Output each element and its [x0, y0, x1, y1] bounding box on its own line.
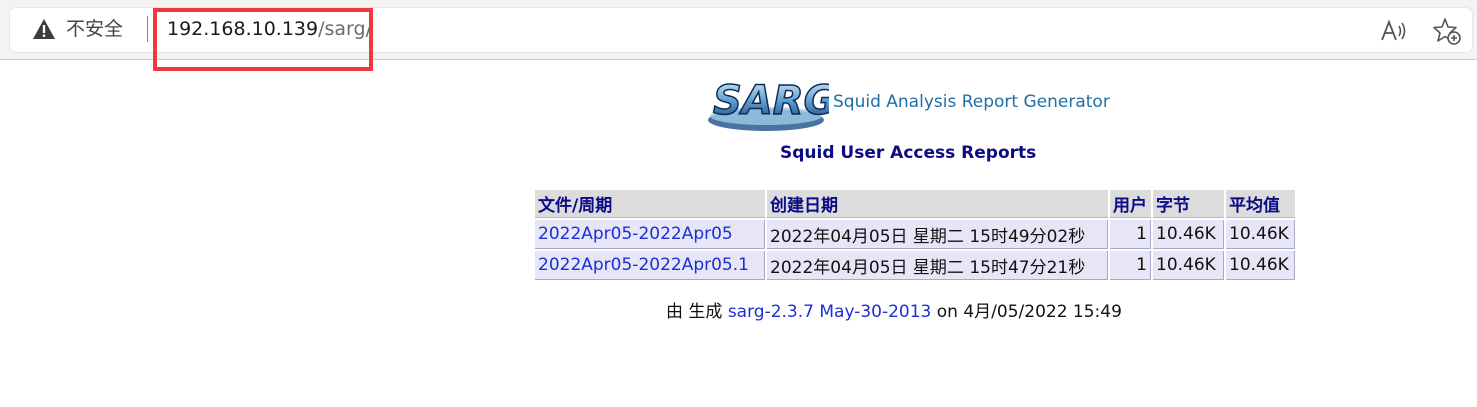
generator-link[interactable]: Squid Analysis Report Generator — [833, 90, 1110, 114]
average-cell: 10.46K — [1226, 220, 1295, 249]
users-cell: 1 — [1110, 251, 1151, 280]
warning-icon[interactable] — [32, 18, 56, 40]
reports-table: 文件/周期 创建日期 用户 字节 平均值 2022Apr05-2022Apr05… — [533, 188, 1297, 282]
creation-date-cell: 2022年04月05日 星期二 15时47分21秒 — [767, 251, 1108, 280]
users-cell: 1 — [1110, 220, 1151, 249]
address-separator — [147, 16, 148, 42]
header-average: 平均值 — [1226, 190, 1295, 218]
read-aloud-icon[interactable] — [1380, 18, 1408, 44]
report-link[interactable]: 2022Apr05-2022Apr05 — [535, 220, 765, 249]
header-bytes: 字节 — [1153, 190, 1224, 218]
sarg-logo: SARG — [708, 77, 829, 131]
header-users: 用户 — [1110, 190, 1151, 218]
average-cell: 10.46K — [1226, 251, 1295, 280]
add-favorite-icon[interactable] — [1432, 16, 1462, 46]
bytes-cell: 10.46K — [1153, 220, 1224, 249]
footer-date: on 4月/05/2022 15:49 — [936, 302, 1122, 322]
security-label[interactable]: 不安全 — [66, 16, 123, 42]
footer-generated: 由 生成 sarg-2.3.7 May-30-2013 on 4月/05/202… — [666, 300, 1122, 324]
logo-text: SARG — [713, 78, 829, 124]
page-title: Squid User Access Reports — [780, 143, 1037, 163]
creation-date-cell: 2022年04月05日 星期二 15时49分02秒 — [767, 220, 1108, 249]
header-creation-date: 创建日期 — [767, 190, 1108, 218]
table-row: 2022Apr05-2022Apr05.1 2022年04月05日 星期二 15… — [535, 251, 1295, 280]
table-header-row: 文件/周期 创建日期 用户 字节 平均值 — [535, 190, 1295, 218]
bytes-cell: 10.46K — [1153, 251, 1224, 280]
header-file-period: 文件/周期 — [535, 190, 765, 218]
table-row: 2022Apr05-2022Apr05 2022年04月05日 星期二 15时4… — [535, 220, 1295, 249]
sarg-version-link[interactable]: sarg-2.3.7 May-30-2013 — [728, 302, 932, 322]
report-link[interactable]: 2022Apr05-2022Apr05.1 — [535, 251, 765, 280]
url-highlight-box — [153, 8, 373, 71]
footer-prefix: 由 生成 — [666, 302, 723, 322]
